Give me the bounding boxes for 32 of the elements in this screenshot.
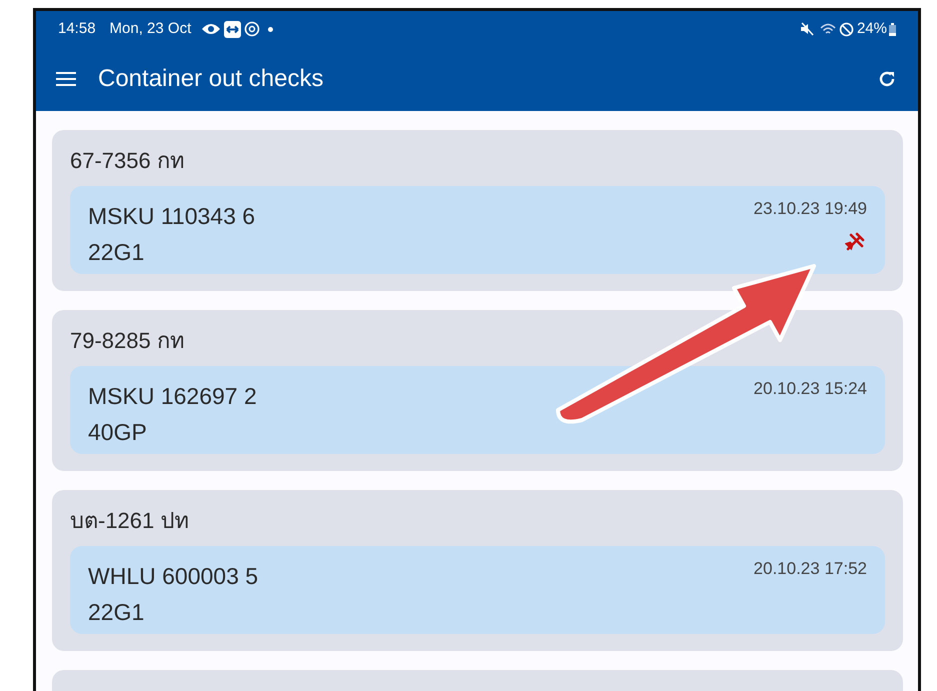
dot-icon xyxy=(268,26,274,32)
container-number: MSKU 162697 2 xyxy=(88,382,257,411)
vehicle-card[interactable]: 79-8285 กท MSKU 162697 2 40GP 20.10.23 15:24 xyxy=(52,310,903,471)
container-type: 22G1 xyxy=(88,238,144,267)
container-number: MSKU 110343 6 xyxy=(88,202,256,231)
remote-app-icon xyxy=(224,20,242,38)
license-plate: 79-8285 กท xyxy=(70,327,186,355)
eye-icon xyxy=(201,22,222,36)
wifi-icon xyxy=(820,22,836,36)
status-date: Mon, 23 Oct xyxy=(110,18,192,39)
check-datetime: 23.10.23 19:49 xyxy=(754,198,867,220)
vehicle-card[interactable]: 67-7356 กท MSKU 110343 6 22G1 23.10.23 19:49 xyxy=(52,130,903,291)
status-time: 14:58 xyxy=(58,18,96,39)
container-card[interactable]: WHLU 600003 5 22G1 20.10.23 17:52 xyxy=(70,546,885,634)
license-plate: บต-1261 ปท xyxy=(70,507,190,535)
mute-icon xyxy=(800,22,814,36)
sync-icon xyxy=(244,21,260,37)
container-card[interactable]: MSKU 162697 2 40GP 20.10.23 15:24 xyxy=(70,366,885,454)
container-type: 22G1 xyxy=(88,598,144,627)
battery-percent: 24% xyxy=(856,18,887,39)
container-type: 40GP xyxy=(88,418,147,447)
license-plate: 67-7356 กท xyxy=(70,147,186,175)
battery-icon xyxy=(889,22,896,36)
blocked-icon xyxy=(838,22,854,36)
check-datetime: 20.10.23 17:52 xyxy=(754,558,867,580)
app-title: Container out checks xyxy=(98,64,324,94)
container-card[interactable]: MSKU 110343 6 22G1 23.10.23 19:49 xyxy=(70,186,885,274)
container-number: WHLU 600003 5 xyxy=(88,562,258,591)
vehicle-card[interactable]: บต-1261 ปท WHLU 600003 5 22G1 20.10.23 17:52 xyxy=(52,490,903,651)
check-datetime: 20.10.23 15:24 xyxy=(754,378,867,400)
refresh-icon[interactable] xyxy=(878,70,896,88)
menu-icon[interactable] xyxy=(56,72,76,86)
